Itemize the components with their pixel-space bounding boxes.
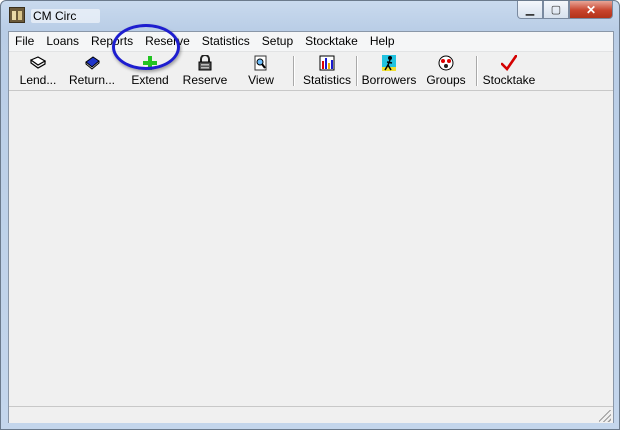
client-area: File Loans Reports Reserve Statistics Se… (8, 31, 614, 423)
toolbar-separator (356, 56, 358, 86)
stocktake-label: Stocktake (482, 73, 536, 87)
open-book-icon (30, 55, 46, 71)
person-icon (381, 55, 397, 71)
window-controls: ▁ ▢ ✕ (517, 1, 613, 21)
toolbar-separator (293, 56, 295, 86)
title-bar[interactable]: CM Circ ▁ ▢ ✕ (1, 1, 619, 31)
borrowers-label: Borrowers (361, 73, 417, 87)
window-title: CM Circ (31, 9, 101, 23)
stocktake-button[interactable]: Stocktake (483, 54, 535, 88)
status-bar (9, 406, 613, 423)
app-window: CM Circ ▁ ▢ ✕ File Loans Reports Reserve… (0, 0, 620, 430)
closed-book-icon (84, 55, 100, 71)
highlight-annotation (112, 24, 180, 70)
groups-button[interactable]: Groups (426, 54, 466, 88)
minimize-icon: ▁ (525, 4, 535, 16)
toolbar: Lend... Return... Extend Reserve View St… (9, 52, 613, 91)
menu-statistics[interactable]: Statistics (196, 32, 256, 51)
return-label: Return... (68, 73, 116, 87)
view-button[interactable]: View (245, 54, 277, 88)
borrowers-button[interactable]: Borrowers (361, 54, 417, 88)
resize-grip-icon[interactable] (599, 410, 611, 422)
lend-label: Lend... (19, 73, 57, 87)
maximize-icon: ▢ (550, 4, 562, 16)
statistics-button[interactable]: Statistics (302, 54, 352, 88)
view-label: View (248, 73, 274, 87)
group-icon (438, 55, 454, 71)
lend-button[interactable]: Lend... (18, 54, 58, 88)
menu-file[interactable]: File (9, 32, 40, 51)
menu-setup[interactable]: Setup (256, 32, 299, 51)
checkmark-icon (501, 55, 517, 71)
extend-label: Extend (131, 73, 169, 87)
menu-loans[interactable]: Loans (40, 32, 85, 51)
bar-chart-icon (319, 55, 335, 71)
statistics-label: Statistics (302, 73, 351, 87)
menu-bar: File Loans Reports Reserve Statistics Se… (9, 32, 613, 52)
groups-label: Groups (426, 73, 466, 87)
app-icon[interactable] (9, 7, 25, 23)
reserve-button[interactable]: Reserve (183, 54, 227, 88)
magnifier-icon (253, 55, 269, 71)
close-button[interactable]: ✕ (569, 1, 613, 19)
return-button[interactable]: Return... (69, 54, 115, 88)
toolbar-separator (476, 56, 478, 86)
minimize-button[interactable]: ▁ (517, 1, 543, 19)
menu-help[interactable]: Help (364, 32, 401, 51)
close-icon: ✕ (585, 2, 597, 17)
menu-stocktake[interactable]: Stocktake (299, 32, 364, 51)
reserve-label: Reserve (182, 73, 228, 87)
maximize-button[interactable]: ▢ (543, 1, 569, 19)
lock-icon (197, 55, 213, 71)
